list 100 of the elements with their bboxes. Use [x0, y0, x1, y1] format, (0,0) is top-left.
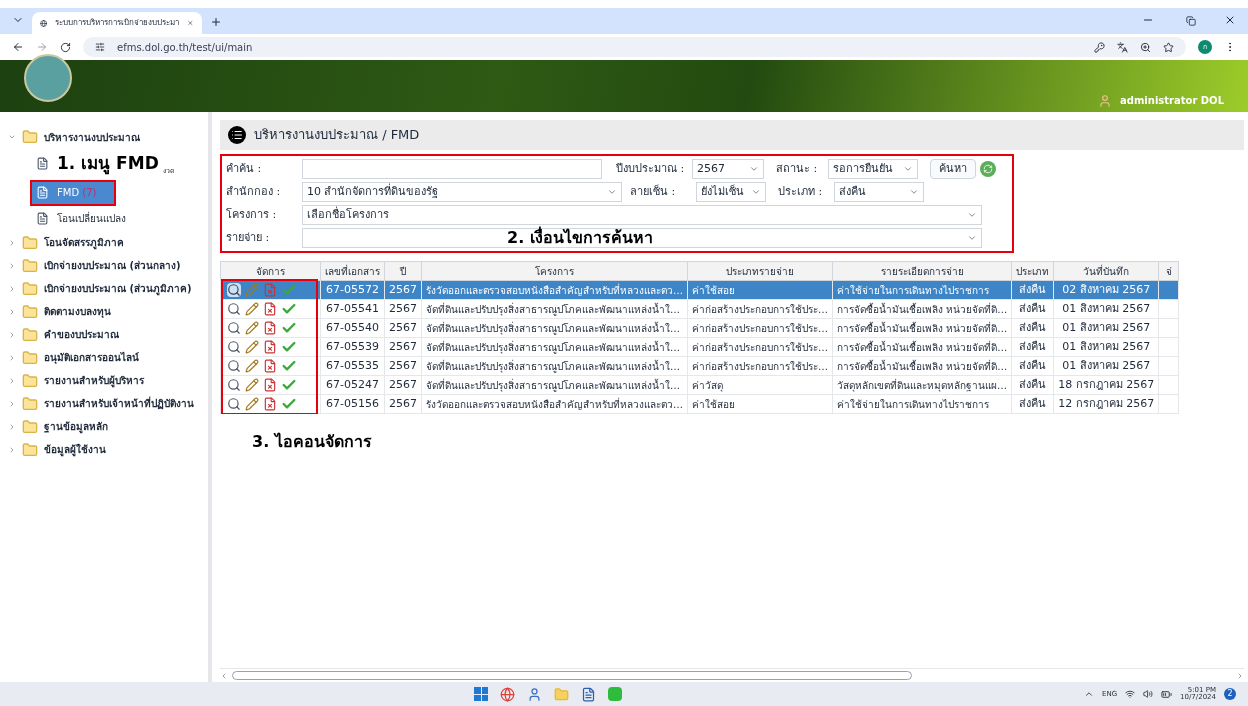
- sidebar-item[interactable]: รายงานสำหรับผู้บริหาร: [8, 371, 208, 390]
- back-icon[interactable]: [12, 41, 24, 53]
- expand-caret-icon: [8, 238, 16, 247]
- table-cell: 67-05156: [320, 394, 385, 414]
- view-icon[interactable]: [227, 378, 241, 392]
- reject-icon[interactable]: [263, 397, 277, 411]
- field-label: คำค้น :: [226, 160, 263, 177]
- field-label: สำนักกอง :: [226, 183, 282, 200]
- browser-tab[interactable]: ระบบการบริหารการเบิกจ่ายงบประมา: [32, 12, 202, 34]
- close-tab-icon[interactable]: [187, 18, 194, 28]
- sidebar-item[interactable]: บริหารงานงบประมาณ: [8, 128, 208, 146]
- start-icon[interactable]: [474, 687, 488, 701]
- sidebar-item[interactable]: ฐานข้อมูลหลัก: [8, 417, 208, 436]
- select-field[interactable]: ส่งคืน: [834, 182, 924, 202]
- search-button[interactable]: ค้นหา: [930, 159, 976, 179]
- translate-icon[interactable]: [1117, 41, 1128, 53]
- project-select[interactable]: เลือกชื่อโครงการ: [302, 205, 982, 225]
- edit-icon[interactable]: [245, 340, 259, 354]
- view-icon[interactable]: [227, 321, 241, 335]
- folder-icon: [22, 441, 38, 458]
- field-label: โครงการ :: [226, 206, 278, 223]
- sidebar-item[interactable]: อนุมัติเอกสารออนไลน์: [8, 348, 208, 367]
- table-cell: ค่าวัสดุ: [687, 375, 833, 395]
- sidebar-item[interactable]: เบิกจ่ายงบประมาณ (ส่วนภูมิภาค): [8, 279, 208, 298]
- keyword-input[interactable]: [302, 159, 602, 179]
- table-cell: ค่าก่อสร้างประกอบการใช้ประ…: [687, 356, 833, 376]
- key-icon[interactable]: [1094, 41, 1105, 53]
- edit-icon[interactable]: [245, 302, 259, 316]
- sidebar-item[interactable]: คำของบประมาณ: [8, 325, 208, 344]
- dropdown-caret-icon: [967, 233, 977, 243]
- view-icon[interactable]: [227, 340, 241, 354]
- reject-icon[interactable]: [263, 340, 277, 354]
- folder-icon: [22, 395, 38, 412]
- user-name: administrator DOL: [1120, 94, 1224, 108]
- folder-icon: [22, 280, 38, 297]
- scrollbar-thumb[interactable]: [232, 671, 912, 680]
- site-settings-icon: [95, 42, 105, 52]
- field-label: ประเภท :: [778, 183, 824, 200]
- folder-icon: [22, 349, 38, 366]
- table-cell: รังวัดออกและตรวจสอบหนังสือสำคัญสำหรับที่หลวงและตว…: [421, 280, 688, 300]
- field-label: สถานะ :: [776, 160, 819, 177]
- address-bar[interactable]: efms.dol.go.th/test/ui/main: [83, 37, 1186, 57]
- table-cell: ส่งคืน: [1011, 356, 1054, 376]
- folder-icon: [22, 418, 38, 435]
- scroll-right-icon[interactable]: [1236, 671, 1244, 680]
- reload-icon[interactable]: [60, 41, 71, 53]
- view-icon[interactable]: [227, 397, 241, 411]
- view-icon[interactable]: [227, 359, 241, 373]
- restore-icon[interactable]: [1186, 16, 1196, 26]
- close-window-icon[interactable]: [1224, 14, 1236, 26]
- expense-select[interactable]: 2. เงื่อนไขการค้นหา: [302, 228, 982, 248]
- table-cell: ส่งคืน: [1011, 394, 1054, 414]
- table-cell: 67-05540: [320, 318, 385, 338]
- reject-icon[interactable]: [263, 359, 277, 373]
- table-cell: 2567: [384, 280, 422, 300]
- bookmark-icon[interactable]: [1163, 41, 1174, 53]
- select-field[interactable]: 2567: [692, 159, 764, 179]
- list-icon: [228, 126, 246, 144]
- new-tab-icon[interactable]: [210, 16, 222, 28]
- zoom-icon[interactable]: [1140, 41, 1151, 53]
- sidebar-item[interactable]: ติดตามงบลงทุน: [8, 302, 208, 321]
- table-cell: ส่งคืน: [1011, 299, 1054, 319]
- sidebar-item[interactable]: เบิกจ่ายงบประมาณ (ส่วนกลาง): [8, 256, 208, 275]
- sidebar-item[interactable]: โอนจัดสรรภูมิภาค: [8, 233, 208, 252]
- tray-expand-icon[interactable]: [1084, 689, 1094, 699]
- reject-icon[interactable]: [263, 378, 277, 392]
- select-value: รอการยืนยัน: [833, 160, 893, 177]
- reject-icon[interactable]: [263, 321, 277, 335]
- reject-icon[interactable]: [263, 302, 277, 316]
- table-cell: 2567: [384, 375, 422, 395]
- scroll-left-icon[interactable]: [220, 671, 228, 680]
- view-icon[interactable]: [227, 302, 241, 316]
- table-cell: จัดที่ดินและปรับปรุงสิ่งสาธารณูปโภคและพัฒนาแหล่งน้ำใ…: [421, 356, 688, 376]
- people-app-icon[interactable]: [527, 686, 542, 702]
- document-icon: [36, 186, 49, 199]
- table-cell: 18 กรกฎาคม 2567: [1053, 375, 1159, 395]
- document-app-icon[interactable]: [581, 686, 596, 702]
- dropdown-caret-icon: [909, 187, 919, 197]
- select-field[interactable]: รอการยืนยัน: [828, 159, 918, 179]
- sidebar-item[interactable]: รายงานสำหรับเจ้าหน้าที่ปฏิบัติงาน: [8, 394, 208, 413]
- table-cell: ส่งคืน: [1011, 318, 1054, 338]
- select-field[interactable]: 10 สำนักจัดการที่ดินของรัฐ: [302, 182, 622, 202]
- browser-app-icon[interactable]: [500, 686, 515, 702]
- expand-caret-icon: [8, 261, 16, 270]
- sidebar-item[interactable]: ข้อมูลผู้ใช้งาน: [8, 440, 208, 459]
- table-cell: จัดที่ดินและปรับปรุงสิ่งสาธารณูปโภคและพัฒนาแหล่งน้ำใ…: [421, 299, 688, 319]
- sidebar-subitem[interactable]: โอนเปลี่ยนแปลง: [32, 208, 130, 229]
- edit-icon[interactable]: [245, 321, 259, 335]
- table-cell: 2567: [384, 394, 422, 414]
- edit-icon[interactable]: [245, 397, 259, 411]
- view-icon[interactable]: [227, 283, 241, 297]
- select-field[interactable]: ยังไม่เซ็น: [696, 182, 766, 202]
- annotation-label: 2. เงื่อนไขการค้นหา: [507, 226, 653, 249]
- refresh-icon[interactable]: [980, 161, 996, 177]
- table-cell: วัสดุหลักเขตที่ดินและหมุดหลักฐานแผ…: [832, 375, 1012, 395]
- column-header: จ่: [1158, 261, 1179, 281]
- expand-caret-icon: [8, 399, 16, 408]
- edit-icon[interactable]: [245, 359, 259, 373]
- edit-icon[interactable]: [245, 378, 259, 392]
- sidebar-subitem[interactable]: FMD (7): [32, 181, 114, 204]
